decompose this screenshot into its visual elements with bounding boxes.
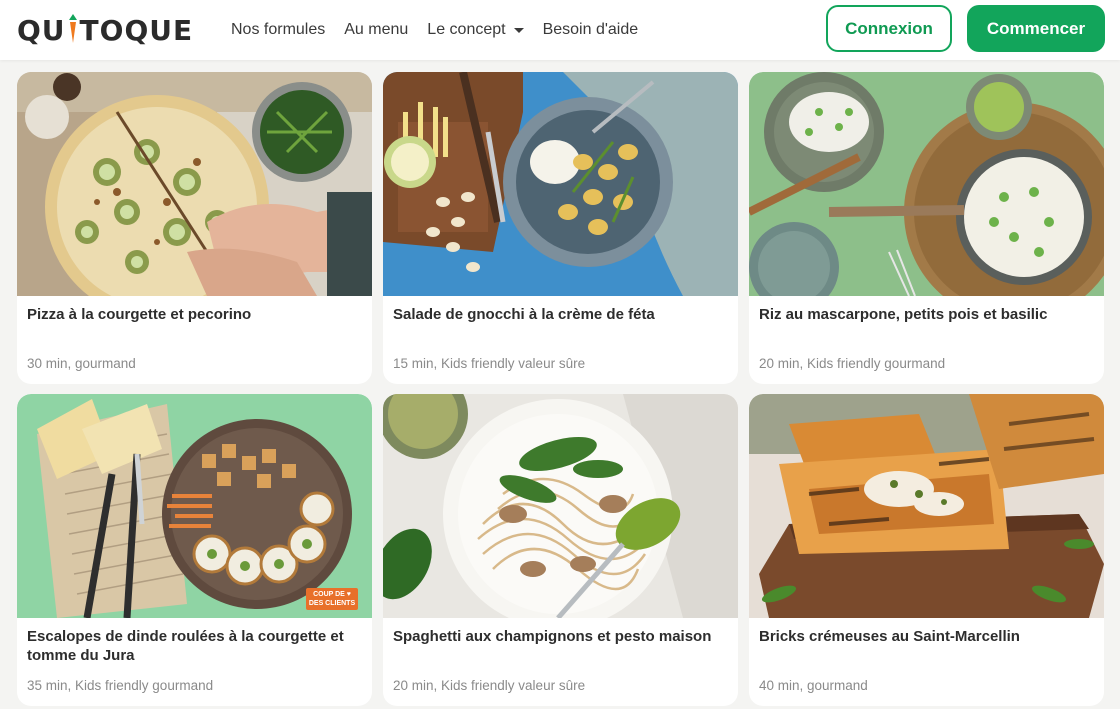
nav-label: Au menu (344, 21, 409, 38)
logo-text-start: QU (17, 13, 66, 47)
nav-besoin-aide[interactable]: Besoin d'aide (543, 21, 639, 39)
customer-favorite-badge: COUP DE ♥ DES CLIENTS (306, 588, 358, 610)
recipe-title: Escalopes de dinde roulées à la courgett… (27, 628, 344, 664)
start-button[interactable]: Commencer (967, 5, 1105, 52)
recipe-title: Spaghetti aux champignons et pesto maiso… (393, 628, 712, 645)
nav-label: Nos formules (231, 21, 326, 38)
top-navigation-bar: QU TOQUE Nos formules Au menu Le concept… (0, 0, 1120, 60)
logo-text-end: TOQUE (79, 13, 194, 47)
quitoque-logo[interactable]: QU TOQUE (17, 13, 193, 47)
recipe-meta: 15 min, Kids friendly valeur sûre (393, 356, 586, 371)
recipe-meta: 20 min, Kids friendly gourmand (759, 356, 946, 371)
chevron-down-icon (513, 28, 524, 33)
main-nav: Nos formules Au menu Le concept Besoin d… (231, 0, 657, 60)
recipe-title: Salade de gnocchi à la crème de féta (393, 306, 655, 323)
recipe-title: Riz au mascarpone, petits pois et basili… (759, 306, 1048, 323)
recipe-meta: 35 min, Kids friendly gourmand (27, 678, 214, 693)
carrot-icon (67, 14, 79, 44)
recipe-photo-bricks (749, 394, 1104, 618)
login-button[interactable]: Connexion (826, 5, 952, 52)
recipe-meta: 20 min, Kids friendly valeur sûre (393, 678, 586, 693)
recipe-card[interactable]: Pizza à la courgette et pecorino 30 min,… (17, 72, 372, 384)
recipe-photo-turkey-escalopes: COUP DE ♥ DES CLIENTS (17, 394, 372, 618)
nav-nos-formules[interactable]: Nos formules (231, 21, 325, 39)
recipe-title: Pizza à la courgette et pecorino (27, 306, 252, 323)
recipe-card[interactable]: Spaghetti aux champignons et pesto maiso… (383, 394, 738, 706)
recipe-card[interactable]: COUP DE ♥ DES CLIENTS Escalopes de dinde… (17, 394, 372, 706)
nav-label: Le concept (427, 21, 506, 38)
nav-le-concept-dropdown[interactable]: Le concept (427, 21, 524, 39)
nav-au-menu[interactable]: Au menu (344, 21, 408, 39)
recipe-meta: 40 min, gourmand (759, 678, 868, 693)
recipe-photo-pizza (17, 72, 372, 296)
nav-label: Besoin d'aide (542, 21, 639, 38)
recipe-meta: 30 min, gourmand (27, 356, 136, 371)
recipe-card[interactable]: Bricks crémeuses au Saint-Marcellin 40 m… (749, 394, 1104, 706)
recipe-photo-spaghetti (383, 394, 738, 618)
recipe-photo-gnocchi-salad (383, 72, 738, 296)
recipe-title: Bricks crémeuses au Saint-Marcellin (759, 628, 1020, 645)
recipe-card[interactable]: Riz au mascarpone, petits pois et basili… (749, 72, 1104, 384)
recipe-card[interactable]: Salade de gnocchi à la crème de féta 15 … (383, 72, 738, 384)
recipe-photo-mascarpone-rice (749, 72, 1104, 296)
